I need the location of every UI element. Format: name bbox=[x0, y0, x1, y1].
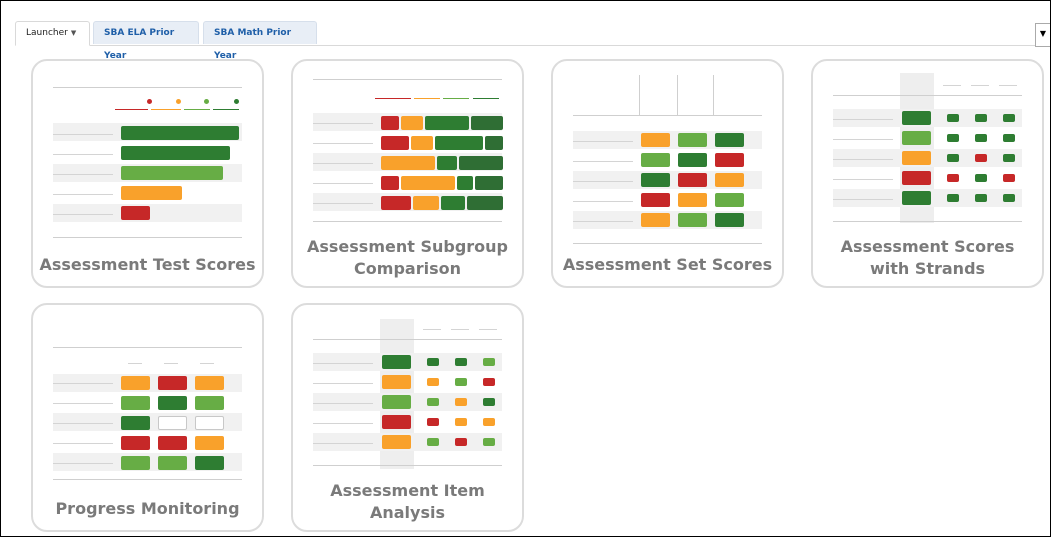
card-title-line-2: Analysis bbox=[369, 503, 445, 522]
card-thumbnail bbox=[33, 305, 262, 485]
card-assessment-item-analysis[interactable]: Assessment Item Analysis bbox=[291, 303, 524, 532]
card-assessment-set-scores[interactable]: Assessment Set Scores bbox=[551, 59, 784, 288]
card-title-line-1: Assessment Scores bbox=[840, 237, 1015, 256]
card-title: Assessment Set Scores bbox=[562, 255, 773, 274]
card-assessment-scores-with-strands[interactable]: Assessment Scores with Strands bbox=[811, 59, 1044, 288]
card-title-line-2: with Strands bbox=[869, 259, 986, 278]
card-thumbnail bbox=[293, 61, 522, 241]
tab-launcher[interactable]: Launcher ▼ bbox=[15, 21, 90, 46]
card-title-line-2: Comparison bbox=[354, 259, 461, 278]
card-assessment-test-scores[interactable]: Assessment Test Scores bbox=[31, 59, 264, 288]
card-thumbnail bbox=[293, 305, 522, 485]
card-thumbnail bbox=[33, 61, 262, 241]
card-title: Assessment Scores with Strands bbox=[813, 236, 1042, 280]
tab-sba-ela-prior-year[interactable]: SBA ELA Prior Year bbox=[93, 21, 199, 61]
card-thumbnail bbox=[553, 61, 782, 244]
card-assessment-subgroup-comparison[interactable]: Assessment Subgroup Comparison bbox=[291, 59, 524, 288]
card-title: Assessment Item Analysis bbox=[293, 480, 522, 524]
tab-launcher-label: Launcher bbox=[26, 28, 68, 38]
card-thumbnail bbox=[813, 61, 1042, 241]
dropdown-caret-icon[interactable]: ▼ bbox=[1035, 23, 1050, 47]
launcher-panel: Launcher ▼ SBA ELA Prior Year SBA Math Pr… bbox=[0, 0, 1051, 537]
caret-down-icon: ▼ bbox=[70, 29, 77, 37]
card-progress-monitoring[interactable]: Progress Monitoring bbox=[31, 303, 264, 532]
tab-bar: Launcher ▼ SBA ELA Prior Year SBA Math Pr… bbox=[15, 21, 1050, 61]
card-title: Progress Monitoring bbox=[55, 499, 240, 518]
tab-sba-math-label: SBA Math Prior Year bbox=[214, 28, 292, 61]
tab-sba-ela-label: SBA ELA Prior Year bbox=[104, 28, 175, 61]
card-title: Assessment Test Scores bbox=[39, 255, 256, 274]
tab-sba-math-prior-year[interactable]: SBA Math Prior Year bbox=[203, 21, 317, 61]
card-title-line-1: Assessment Subgroup bbox=[306, 237, 508, 256]
card-title: Assessment Subgroup Comparison bbox=[293, 236, 522, 280]
card-title-line-1: Assessment Item bbox=[330, 481, 485, 500]
